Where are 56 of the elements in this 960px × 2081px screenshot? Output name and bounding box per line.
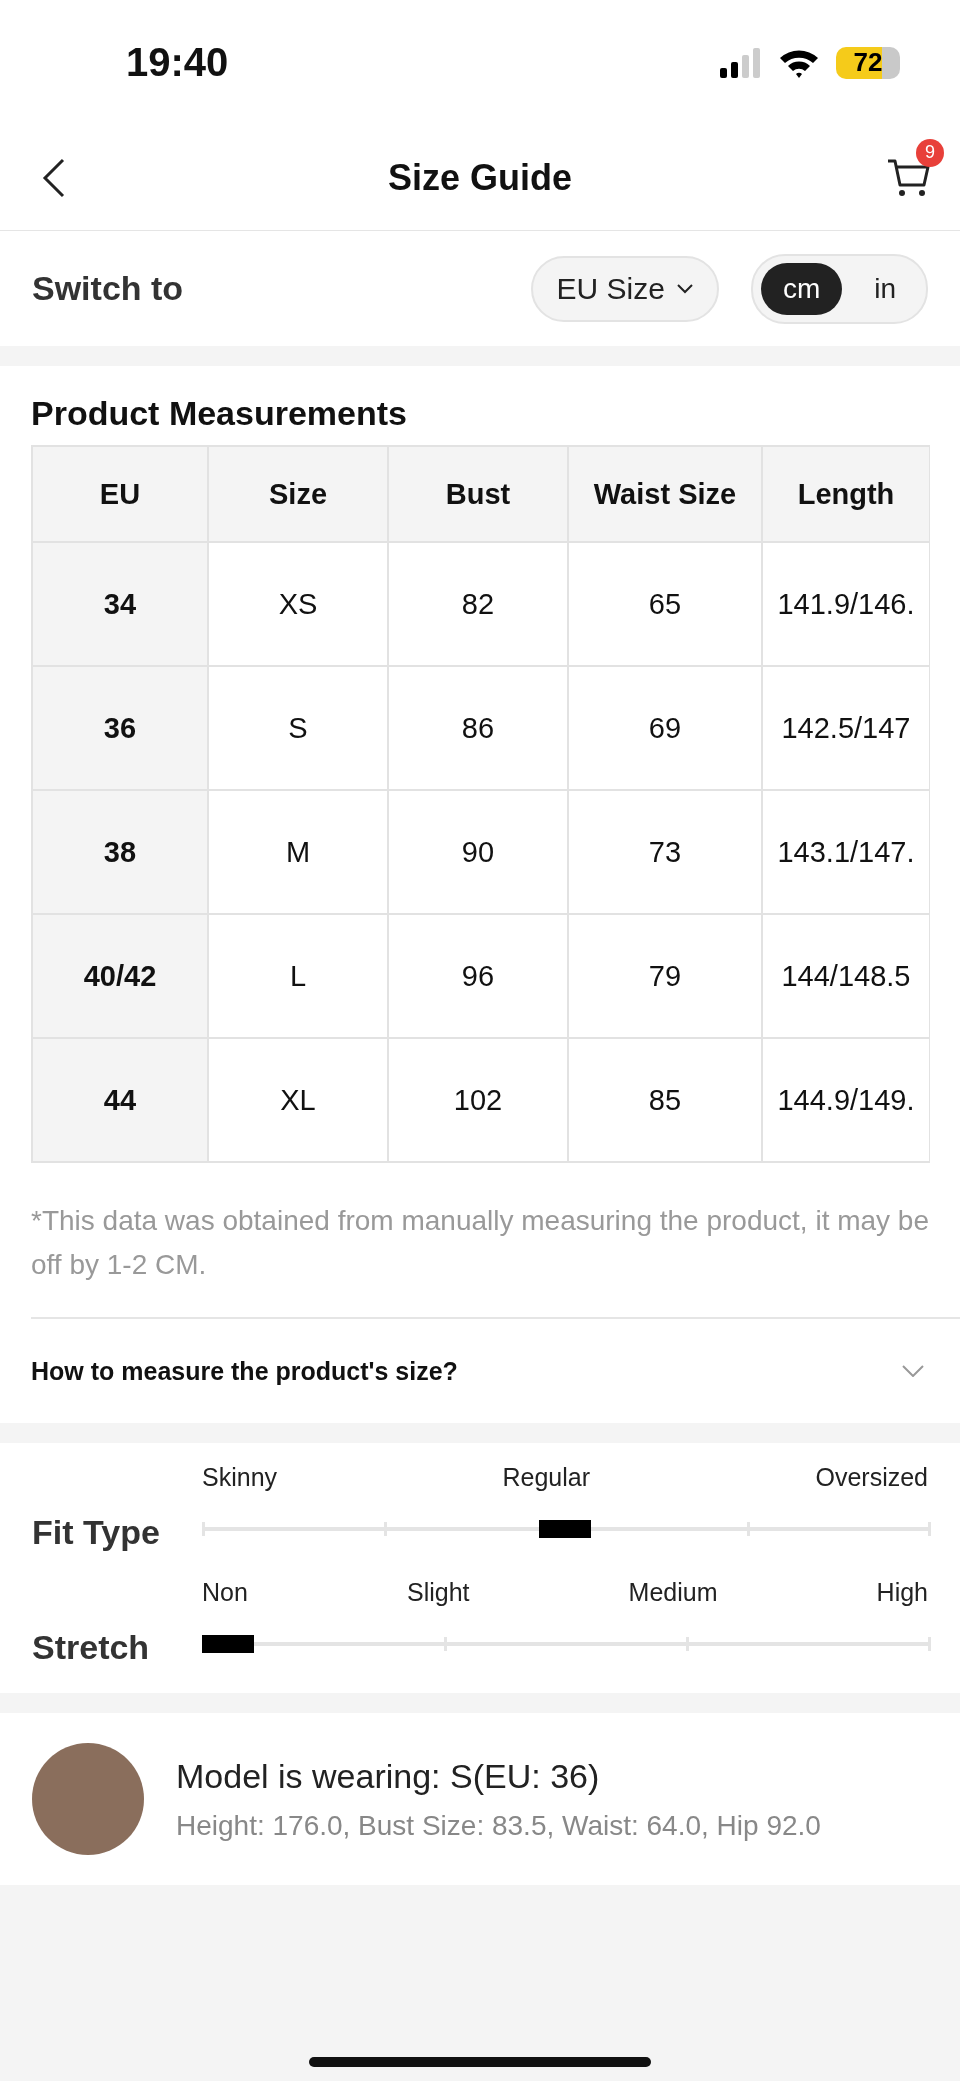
table-cell: 65 — [568, 542, 762, 666]
how-to-measure-link[interactable]: How to measure the product's size? — [31, 1356, 458, 1386]
model-size-text: Model is wearing: S(EU: 36) — [176, 1756, 601, 1796]
switch-to-label: Switch to — [32, 269, 184, 308]
table-cell: 85 — [568, 1038, 762, 1162]
page-title: Size Guide — [388, 156, 572, 199]
column-header: Length — [762, 446, 930, 542]
table-cell: 142.5/147 — [762, 666, 930, 790]
scale-option-label: Slight — [406, 1578, 470, 1607]
chevron-down-icon[interactable] — [902, 1365, 924, 1377]
scale-label: Fit Type — [32, 1513, 161, 1552]
table-cell: 34 — [32, 542, 208, 666]
table-cell: 144/148.5 — [762, 914, 930, 1038]
table-cell: 144.9/149. — [762, 1038, 930, 1162]
model-measurements-text: Height: 176.0, Bust Size: 83.5, Waist: 64.0, Hip 92.0 — [176, 1809, 821, 1842]
scale-option-label: Regular — [502, 1463, 591, 1492]
scale-label: Stretch — [32, 1628, 151, 1667]
table-cell: XL — [208, 1038, 388, 1162]
status-time: 19:40 — [126, 40, 229, 85]
table-cell: 79 — [568, 914, 762, 1038]
table-cell: 38 — [32, 790, 208, 914]
scale-option-label: High — [876, 1578, 928, 1607]
table-cell: 96 — [388, 914, 568, 1038]
table-cell: 90 — [388, 790, 568, 914]
cart-count-badge: 9 — [916, 138, 944, 167]
table-cell: 40/42 — [32, 914, 208, 1038]
table-cell: 141.9/146. — [762, 542, 930, 666]
table-cell: 86 — [388, 666, 568, 790]
unit-option[interactable]: cm — [760, 262, 843, 315]
chevron-down-icon — [676, 283, 693, 294]
signal-icon — [720, 47, 762, 78]
back-icon[interactable] — [42, 157, 66, 198]
column-header: Waist Size — [568, 446, 762, 542]
column-header: Size — [208, 446, 388, 542]
table-cell: 73 — [568, 790, 762, 914]
table-cell: 143.1/147. — [762, 790, 930, 914]
table-cell: 44 — [32, 1038, 208, 1162]
scale-option-label: Non — [202, 1578, 248, 1607]
measurement-note: *This data was obtained from manually measuring the product, it may be off by 1-2 CM. — [31, 1204, 930, 1282]
table-cell: 82 — [388, 542, 568, 666]
scale-option-label: Skinny — [202, 1463, 278, 1492]
scale-option-label: Oversized — [815, 1463, 928, 1492]
section-title: Product Measurements — [31, 394, 408, 433]
scale-option-label: Medium — [628, 1578, 718, 1607]
battery-icon: 72 — [836, 46, 900, 79]
size-system-dropdown[interactable]: EU Size — [530, 255, 719, 322]
table-cell: S — [208, 666, 388, 790]
column-header: Bust — [388, 446, 568, 542]
table-cell: 36 — [32, 666, 208, 790]
table-cell: 69 — [568, 666, 762, 790]
table-cell: M — [208, 790, 388, 914]
table-cell: L — [208, 914, 388, 1038]
table-cell: XS — [208, 542, 388, 666]
unit-option[interactable]: in — [852, 262, 918, 315]
table-cell: 102 — [388, 1038, 568, 1162]
column-header: EU — [32, 446, 208, 542]
